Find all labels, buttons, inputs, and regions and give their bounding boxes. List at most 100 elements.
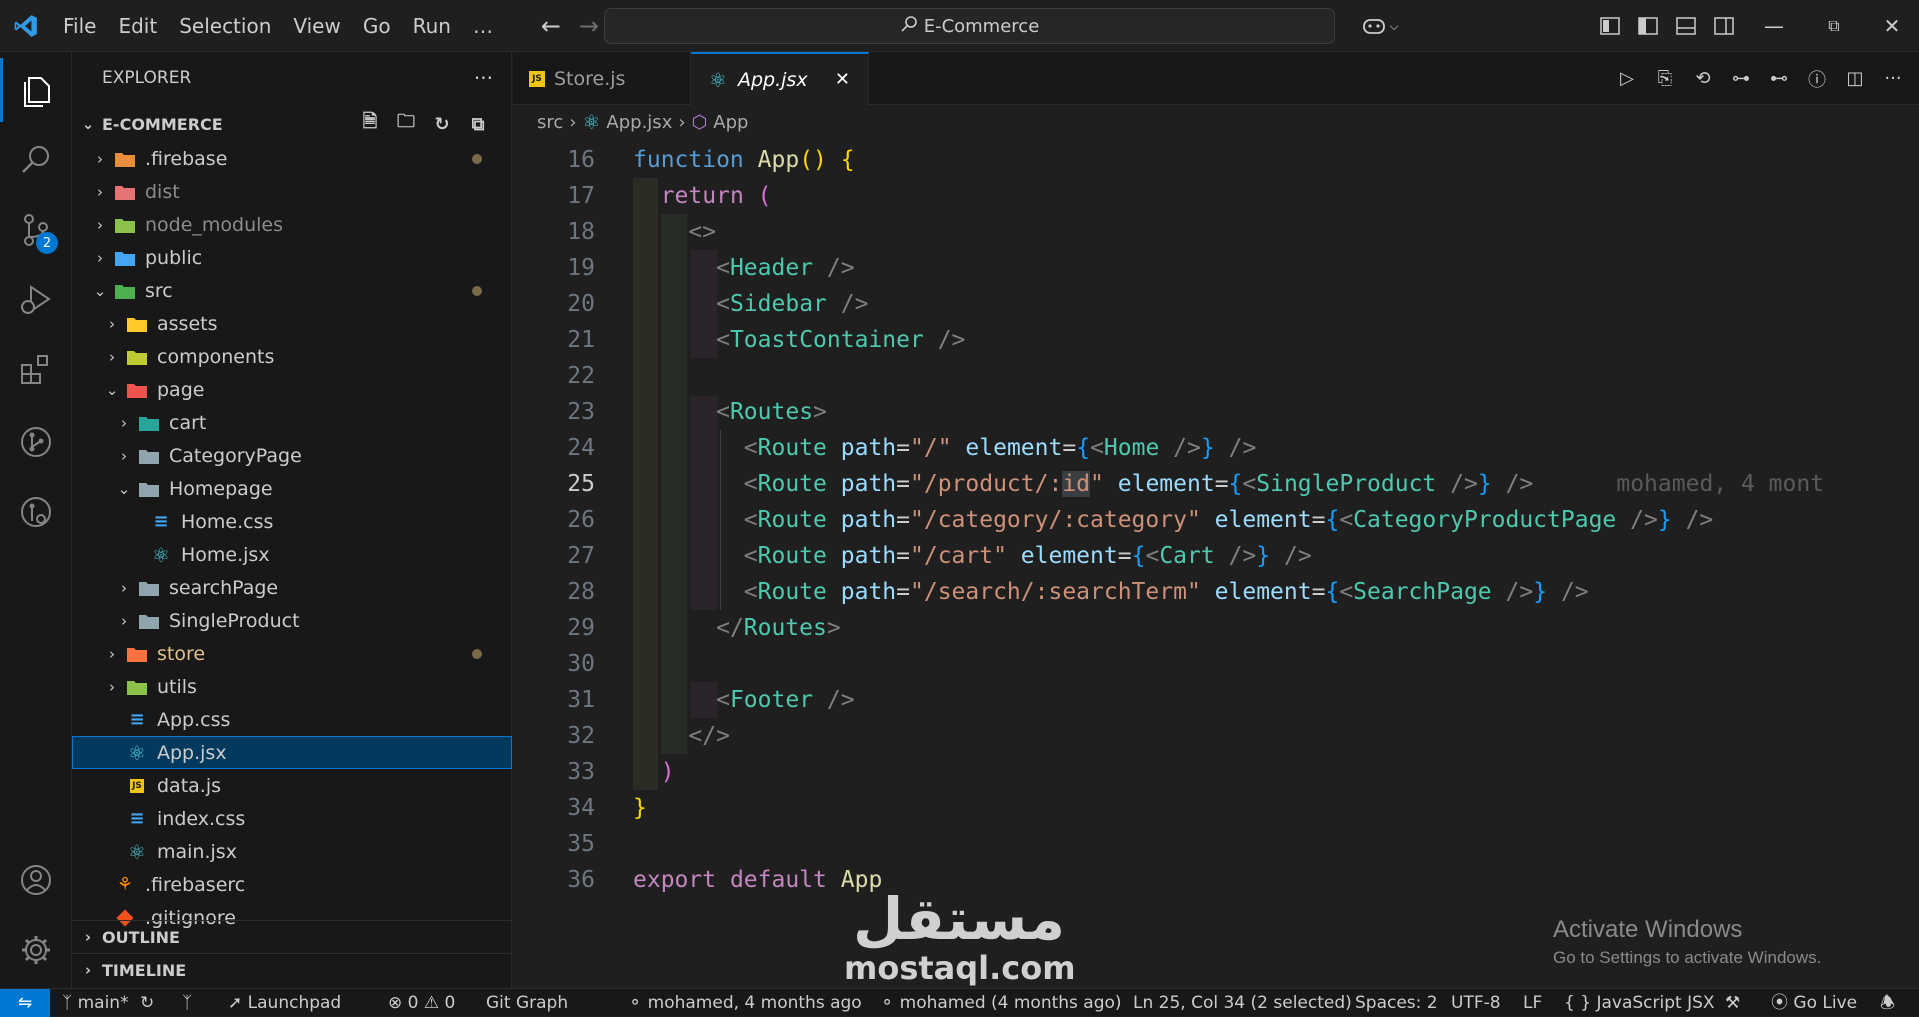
settings-gear-icon[interactable] [0, 918, 72, 982]
tree-folder[interactable]: › CategoryPage [72, 439, 512, 472]
tree-file[interactable]: ⚘ .firebaserc [72, 868, 512, 901]
breadcrumb-symbol[interactable]: App [713, 112, 748, 133]
branch-indicator[interactable]: ᛉ main* ↻ [62, 989, 154, 1017]
next-commit-icon[interactable]: ⊷ [1763, 68, 1795, 89]
copilot-status-icon[interactable]: ⚒ [1725, 989, 1740, 1017]
menu-run[interactable]: Run [402, 0, 462, 52]
language-mode[interactable]: { } JavaScript JSX [1564, 989, 1715, 1017]
commit-icon: ⚬ [628, 993, 643, 1013]
tree-folder[interactable]: › components [72, 340, 512, 373]
modified-dot [472, 649, 482, 659]
problems-item[interactable]: ⊗ 0 ⚠ 0 [388, 989, 455, 1017]
source-control-icon[interactable]: 2 [0, 198, 72, 262]
tree-folder[interactable]: › searchPage [72, 571, 512, 604]
git-graph-icon[interactable] [0, 410, 72, 474]
timeline-section[interactable]: › TIMELINE [72, 953, 512, 986]
tree-folder[interactable]: › utils [72, 670, 512, 703]
new-file-icon[interactable]: 🗎 [356, 109, 384, 139]
go-live-item[interactable]: ⦿ Go Live [1771, 989, 1857, 1017]
more-actions-icon[interactable]: ··· [474, 52, 493, 104]
sync-icon[interactable]: ↻ [140, 993, 154, 1013]
tab-store-js[interactable]: JS Store.js [513, 52, 691, 105]
previous-commit-icon[interactable]: ⊶ [1725, 68, 1757, 89]
open-file-history-icon[interactable]: ⟲ [1687, 68, 1719, 89]
search-icon[interactable] [0, 128, 72, 192]
tree-folder[interactable]: ⌄ page [72, 373, 512, 406]
menu-view[interactable]: View [282, 0, 351, 52]
tree-file[interactable]: ≡ Home.css [72, 505, 512, 538]
git-fork-icon[interactable]: ᛉ [182, 989, 192, 1017]
blame-status-1[interactable]: ⚬ mohamed, 4 months ago [628, 989, 862, 1017]
tab-app-jsx[interactable]: ⚛ App.jsx ✕ [691, 52, 869, 105]
close-tab-icon[interactable]: ✕ [835, 69, 850, 90]
remote-indicator-icon[interactable]: ⇋ [0, 988, 50, 1017]
command-center-search[interactable]: E-Commerce [604, 8, 1335, 44]
run-icon[interactable]: ▷ [1611, 68, 1643, 89]
workspace-root[interactable]: ⌄ E-COMMERCE 🗎 🗀 ↻ ⧉ [72, 108, 512, 140]
back-arrow-icon[interactable]: ← [532, 12, 570, 40]
menu-edit[interactable]: Edit [107, 0, 168, 52]
gitlens-inspect-icon[interactable]: ⓘ [1801, 66, 1833, 92]
new-folder-icon[interactable]: 🗀 [392, 109, 420, 139]
editor-tabs: JS Store.js ⚛ App.jsx ✕ ▷ ⎘ ⟲ ⊶ ⊷ ⓘ ◫ ··… [513, 52, 1919, 105]
menu-more[interactable]: … [462, 0, 504, 52]
minimize-icon[interactable]: — [1754, 0, 1794, 52]
toggle-primary-sidebar-icon[interactable] [1628, 0, 1668, 52]
tree-file[interactable]: JS data.js [72, 769, 512, 802]
toggle-secondary-sidebar-icon[interactable] [1704, 0, 1744, 52]
copilot-icon[interactable]: ⌵ [1352, 0, 1408, 52]
forward-arrow-icon[interactable]: → [570, 12, 608, 40]
split-editor-icon[interactable]: ◫ [1839, 68, 1871, 89]
chevron-down-icon: ⌄ [81, 115, 95, 133]
extensions-icon[interactable] [0, 338, 72, 402]
blame-status-2[interactable]: ⚬ mohamed (4 months ago) [880, 989, 1122, 1017]
tree-file[interactable]: ≡ index.css [72, 802, 512, 835]
chevron-right-icon: › [569, 111, 577, 133]
chevron-down-icon: ⌄ [117, 479, 131, 498]
tree-file[interactable]: ⚛ main.jsx [72, 835, 512, 868]
notifications-bell-icon[interactable]: 🕭 [1880, 989, 1895, 1017]
launchpad-item[interactable]: ➚ Launchpad [228, 989, 341, 1017]
refresh-icon[interactable]: ↻ [428, 114, 456, 135]
close-window-icon[interactable]: ✕ [1872, 0, 1912, 52]
tree-folder[interactable]: › .firebase [72, 142, 512, 175]
tree-item-label: CategoryPage [169, 444, 302, 467]
cursor-position[interactable]: Ln 25, Col 34 (2 selected) [1133, 989, 1352, 1017]
tree-folder[interactable]: › SingleProduct [72, 604, 512, 637]
line-number: 30 [567, 651, 595, 677]
git-graph-status[interactable]: Git Graph [486, 989, 568, 1017]
tree-file[interactable]: ≡ App.css [72, 703, 512, 736]
tree-folder[interactable]: ⌄ src [72, 274, 512, 307]
breadcrumb-file[interactable]: App.jsx [606, 112, 672, 133]
code-editor[interactable]: 16 17 18 19 20 21 22 23 24 25 26 27 28 29 30 31 32 33 34 35… [513, 142, 1919, 952]
outline-section[interactable]: › OUTLINE [72, 920, 512, 953]
run-debug-icon[interactable] [0, 268, 72, 332]
tree-file[interactable]: ⚛ App.jsx [72, 736, 512, 769]
explorer-icon[interactable] [0, 58, 72, 122]
source-control-badge: 2 [36, 232, 58, 254]
gitlens-icon[interactable] [0, 480, 72, 544]
customize-layout-icon[interactable] [1590, 0, 1630, 52]
tree-folder[interactable]: › dist [72, 175, 512, 208]
menu-selection[interactable]: Selection [168, 0, 282, 52]
menu-go[interactable]: Go [352, 0, 402, 52]
tree-item-label: page [157, 378, 205, 401]
tree-file[interactable]: ⚛ Home.jsx [72, 538, 512, 571]
encoding[interactable]: UTF-8 [1451, 989, 1501, 1017]
collapse-all-icon[interactable]: ⧉ [464, 114, 492, 135]
tree-folder[interactable]: ⌄ Homepage [72, 472, 512, 505]
account-icon[interactable] [0, 848, 72, 912]
breadcrumb-src[interactable]: src [537, 112, 563, 133]
editor-more-icon[interactable]: ··· [1877, 68, 1909, 89]
toggle-panel-icon[interactable] [1666, 0, 1706, 52]
tree-folder[interactable]: › cart [72, 406, 512, 439]
tree-folder[interactable]: › assets [72, 307, 512, 340]
indentation[interactable]: Spaces: 2 [1355, 989, 1438, 1017]
menu-file[interactable]: File [52, 0, 107, 52]
tree-folder[interactable]: › store [72, 637, 512, 670]
tree-folder[interactable]: › node_modules [72, 208, 512, 241]
restore-icon[interactable]: ⧉ [1814, 0, 1854, 52]
open-changes-icon[interactable]: ⎘ [1649, 68, 1681, 89]
tree-folder[interactable]: › public [72, 241, 512, 274]
end-of-line[interactable]: LF [1523, 989, 1542, 1017]
